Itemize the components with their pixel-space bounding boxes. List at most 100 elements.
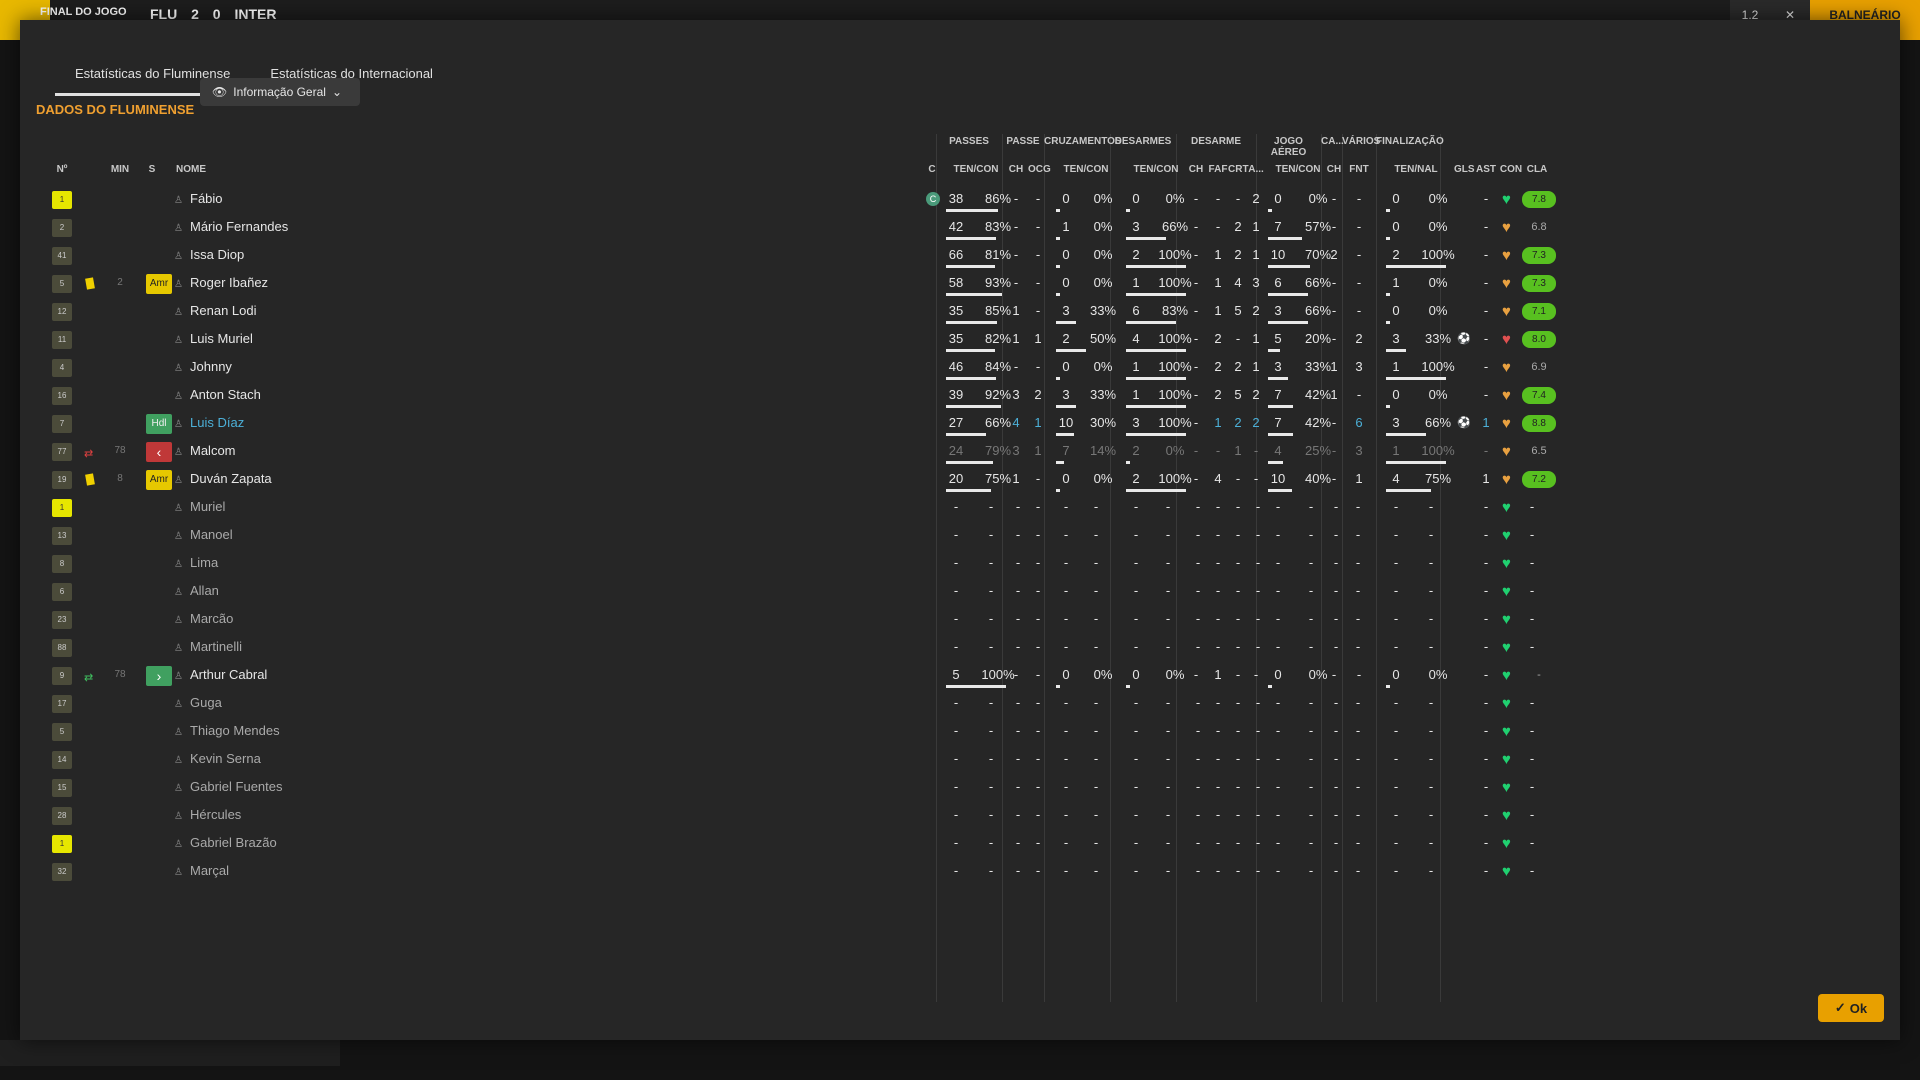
player-name[interactable]: Arthur Cabral: [190, 662, 267, 690]
player-name[interactable]: Luis Muriel: [190, 326, 253, 354]
stat-empty: -: [1215, 751, 1221, 766]
column-header-ca_ch[interactable]: CH: [1326, 164, 1342, 175]
column-header-gls[interactable]: GLS: [1454, 164, 1475, 175]
column-header-d_crt[interactable]: CRT: [1228, 164, 1249, 175]
column-header-ast[interactable]: AST: [1476, 164, 1496, 175]
player-name[interactable]: Gabriel Fuentes: [190, 774, 283, 802]
column-header-passe_ocg[interactable]: OCG: [1028, 164, 1051, 175]
column-header-passes[interactable]: TEN/CON: [946, 164, 1006, 175]
player-name[interactable]: Allan: [190, 578, 219, 606]
table-row[interactable]: 28 ♙ Hércules - - - - - - - - - - - - - - - - - - - - ♥: [36, 802, 1876, 830]
stat-empty: -: [1308, 639, 1314, 654]
column-header-d_ch[interactable]: CH: [1188, 164, 1204, 175]
player-name[interactable]: Malcom: [190, 438, 236, 466]
player-name[interactable]: Marçal: [190, 858, 229, 886]
table-row[interactable]: 14 ♙ Kevin Serna - - - - - - - - - - - - - - - - - - - - ♥: [36, 746, 1876, 774]
table-row[interactable]: 12 ♙ Renan Lodi 35 85% 1-3 33% 6 83% -1 5 2 3 66% - -0 0…: [36, 298, 1876, 326]
stat-empty: -: [1215, 835, 1221, 850]
sub-off-icon: ⇄: [84, 448, 94, 460]
person-icon: ♙: [174, 307, 183, 318]
table-row[interactable]: 9 ⇄ 78 › ♙ Arthur Cabral 5 100% - -0 0% 0 0% -1- -0 0% -…: [36, 662, 1876, 690]
player-name[interactable]: Muriel: [190, 494, 225, 522]
stat-empty: -: [1093, 751, 1099, 766]
assists: -: [1483, 443, 1489, 458]
column-header-min[interactable]: MIN: [108, 164, 132, 175]
table-row[interactable]: 77 ⇄ 78 ‹ ♙ Malcom 24 79% 3 1 7 14% 2 0% - -1-4 25% -3 1 10…: [36, 438, 1876, 466]
stat-empty: -: [1165, 555, 1171, 570]
stat-empty: -: [1483, 611, 1489, 626]
stat-empty: -: [1275, 611, 1281, 626]
player-name[interactable]: Gabriel Brazão: [190, 830, 277, 858]
column-header-aereo[interactable]: TEN/CON: [1268, 164, 1328, 175]
column-header-passe_ch[interactable]: CH: [1008, 164, 1024, 175]
stat-empty: -: [1393, 751, 1399, 766]
table-row[interactable]: 11 ♙ Luis Muriel 35 82% 1 1 2 50% 4 100% -2-1 5 20% -2…: [36, 326, 1876, 354]
table-row[interactable]: 5 2 Amr ♙ Roger Ibañez 58 93% - -0 0% 1 100% -1 4 3 6 66…: [36, 270, 1876, 298]
player-name[interactable]: Duván Zapata: [190, 466, 272, 494]
column-header-c[interactable]: C: [926, 164, 938, 175]
pass-ocg: -: [1035, 275, 1041, 290]
table-row[interactable]: 41 ♙ Issa Diop 66 81% - -0 0% 2 100% -1 2 1 10 70% 2-2 1…: [36, 242, 1876, 270]
table-row[interactable]: 5 ♙ Thiago Mendes - - - - - - - - - - - - - - - - - - - - ♥: [36, 718, 1876, 746]
table-row[interactable]: 7 Hdl ♙ Luis Díaz 27 66% 4 1 10 30% 3 100% -1 2 2 7 42% -…: [36, 410, 1876, 438]
table-row[interactable]: 88 ♙ Martinelli - - - - - - - - - - - - - - - - - - - - ♥: [36, 634, 1876, 662]
column-header-fin[interactable]: TEN/NAL: [1386, 164, 1446, 175]
stat-empty: -: [1529, 863, 1535, 878]
ok-button[interactable]: ✓ Ok: [1818, 994, 1884, 1022]
player-name[interactable]: Lima: [190, 550, 218, 578]
player-name[interactable]: Manoel: [190, 522, 233, 550]
player-name[interactable]: Hércules: [190, 802, 241, 830]
player-name[interactable]: Guga: [190, 690, 222, 718]
column-header-fnt[interactable]: FNT: [1348, 164, 1370, 175]
table-row[interactable]: 23 ♙ Marcão - - - - - - - - - - - - - - - - - - - - ♥: [36, 606, 1876, 634]
tackle-a: 2: [1252, 415, 1260, 430]
table-row[interactable]: 19 8 Amr ♙ Duván Zapata 20 75% 1-0 0% 2 100% -4- -10…: [36, 466, 1876, 494]
table-row[interactable]: 4 ♙ Johnny 46 84% - -0 0% 1 100% -2 2 1 3 33% 1 3 1 100% -6…: [36, 354, 1876, 382]
column-header-cruz[interactable]: TEN/CON: [1056, 164, 1116, 175]
table-row[interactable]: 13 ♙ Manoel - - - - - - - - - - - - - - - - - - - - ♥: [36, 522, 1876, 550]
player-name[interactable]: Johnny: [190, 354, 232, 382]
stat-empty: -: [1428, 639, 1434, 654]
stat-empty: -: [1428, 527, 1434, 542]
view-dropdown[interactable]: 👁 Informação Geral ⌄: [200, 78, 360, 106]
player-name[interactable]: Luis Díaz: [190, 410, 244, 438]
stat-empty: -: [1215, 499, 1221, 514]
table-row[interactable]: 1 ♙ Gabriel Brazão - - - - - - - - - - - - - - - - - - - - ♥: [36, 830, 1876, 858]
player-name[interactable]: Renan Lodi: [190, 298, 257, 326]
player-name[interactable]: Martinelli: [190, 634, 242, 662]
table-row[interactable]: 6 ♙ Allan - - - - - - - - - - - - - - - - - - - - ♥: [36, 578, 1876, 606]
column-header-nome[interactable]: NOME: [176, 164, 236, 175]
player-name[interactable]: Mário Fernandes: [190, 214, 288, 242]
player-name[interactable]: Kevin Serna: [190, 746, 261, 774]
stat-empty: -: [1308, 499, 1314, 514]
player-name[interactable]: Thiago Mendes: [190, 718, 280, 746]
table-row[interactable]: 17 ♙ Guga - - - - - - - - - - - - - - - - - - - - ♥: [36, 690, 1876, 718]
player-name[interactable]: Fábio: [190, 186, 223, 214]
condition-heart-icon: ♥: [1502, 751, 1511, 768]
stat-empty: -: [1529, 639, 1535, 654]
aerial-bar: [1268, 489, 1292, 492]
player-name[interactable]: Roger Ibañez: [190, 270, 268, 298]
rating-badge: 7.8: [1522, 191, 1556, 208]
shirt-number: 1: [52, 191, 72, 209]
column-header-con[interactable]: CON: [1498, 164, 1524, 175]
column-header-no[interactable]: Nº: [52, 164, 72, 175]
table-row[interactable]: 2 ♙ Mário Fernandes 42 83% - -1 0% 3 66% - -2 1 7 57% -…: [36, 214, 1876, 242]
table-row[interactable]: 1 ♙ Fábio C 38 86% - -0 0% 0 0% - - -2 0 0% - -0 0% -7.8 ♥: [36, 186, 1876, 214]
column-header-cla[interactable]: CLA: [1522, 164, 1552, 175]
player-name[interactable]: Anton Stach: [190, 382, 261, 410]
column-header-s[interactable]: S: [146, 164, 158, 175]
column-header-d_a[interactable]: A...: [1248, 164, 1264, 175]
column-header-des[interactable]: TEN/CON: [1126, 164, 1186, 175]
table-row[interactable]: 32 ♙ Marçal - - - - - - - - - - - - - - - - - - - - ♥: [36, 858, 1876, 886]
table-row[interactable]: 1 ♙ Muriel - - - - - - - - - - - - - - - - - - - - ♥: [36, 494, 1876, 522]
stat-empty: -: [988, 527, 994, 542]
ca-ch: -: [1331, 415, 1337, 430]
player-name[interactable]: Marcão: [190, 606, 233, 634]
table-row[interactable]: 16 ♙ Anton Stach 39 92% 3 2 3 33% 1 100% -2 5 2 7 42% 1-…: [36, 382, 1876, 410]
table-row[interactable]: 15 ♙ Gabriel Fuentes - - - - - - - - - - - - - - - - - - - - ♥: [36, 774, 1876, 802]
column-header-d_faf[interactable]: FAF: [1208, 164, 1228, 175]
stat-empty: -: [1093, 835, 1099, 850]
table-row[interactable]: 8 ♙ Lima - - - - - - - - - - - - - - - - - - - - ♥: [36, 550, 1876, 578]
player-name[interactable]: Issa Diop: [190, 242, 244, 270]
